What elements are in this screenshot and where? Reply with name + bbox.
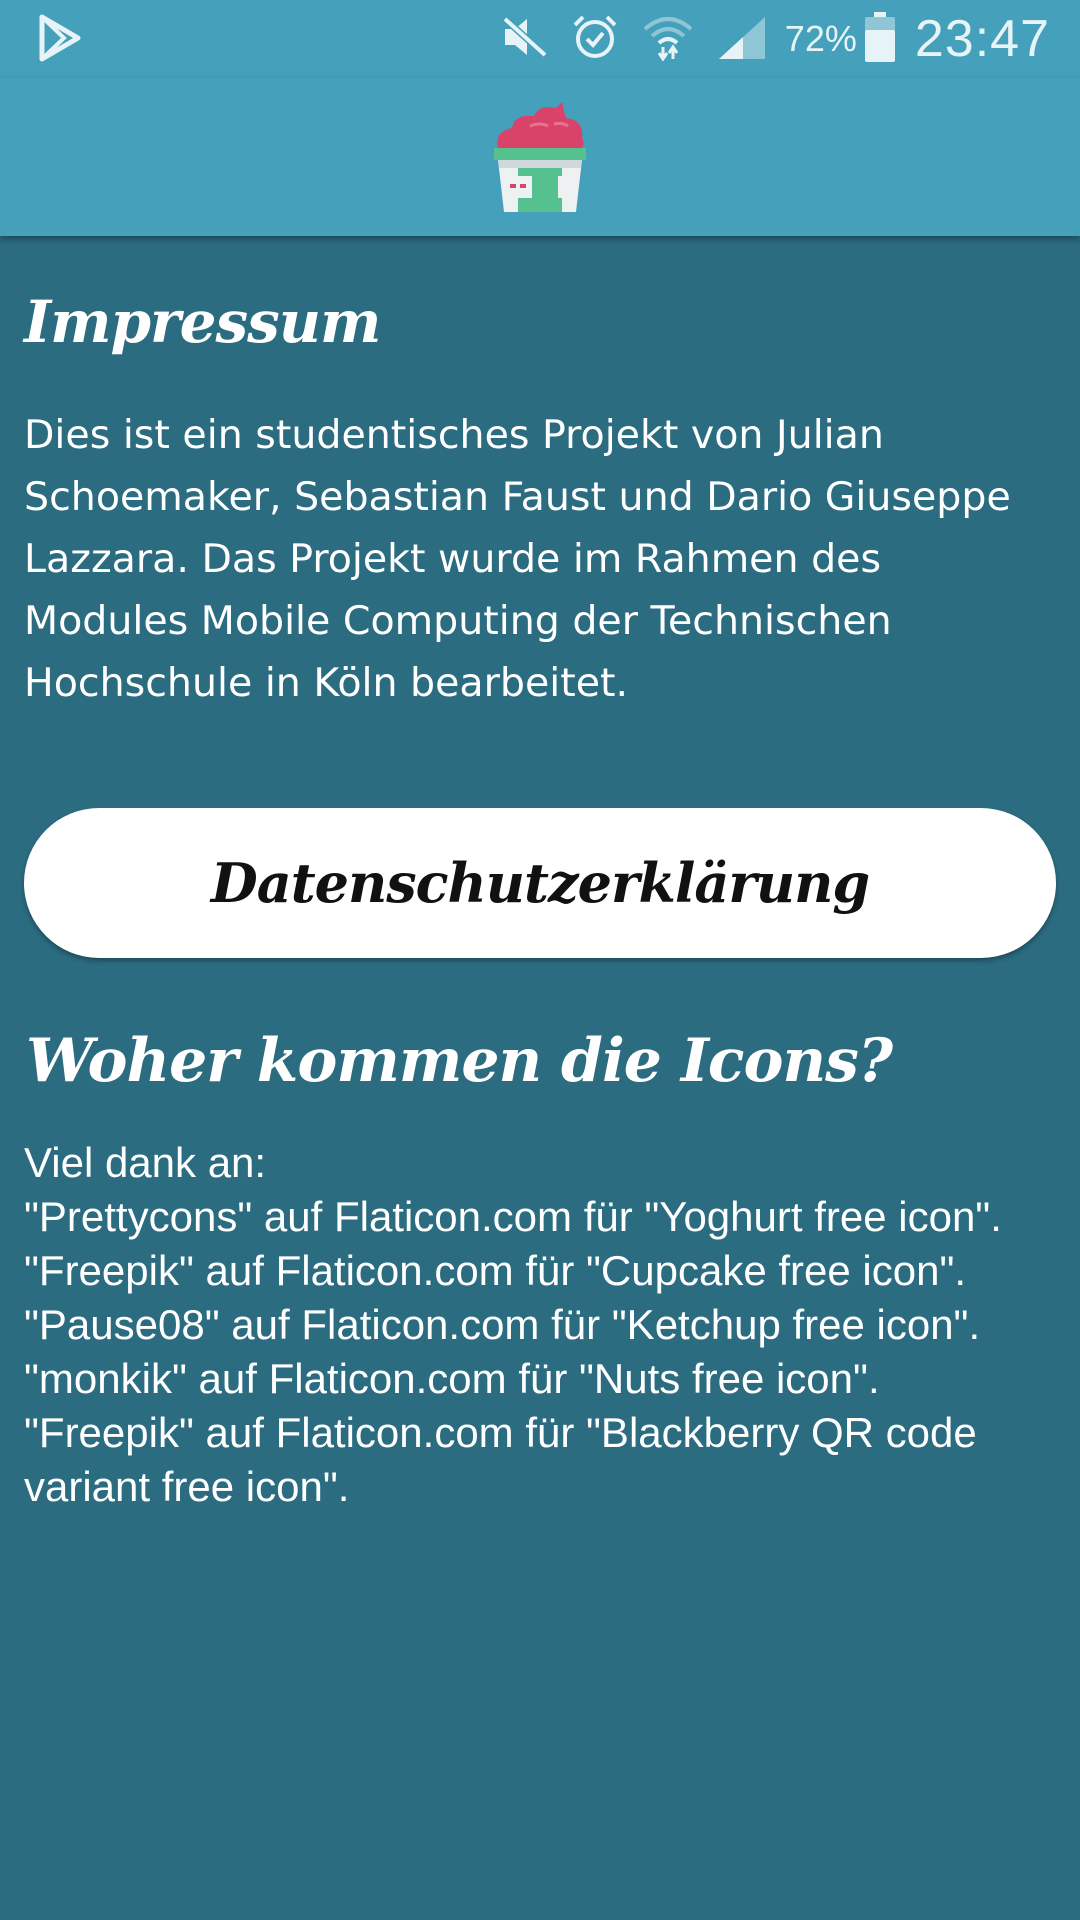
credit-line: "Freepik" auf Flaticon.com für "Blackber…	[24, 1409, 977, 1510]
alarm-icon	[571, 13, 619, 65]
cupcake-icon	[490, 98, 590, 218]
credit-line: Viel dank an:	[24, 1139, 267, 1186]
signal-icon	[717, 13, 767, 65]
clock: 23:47	[914, 10, 1050, 68]
credit-line: "monkik" auf Flaticon.com für "Nuts free…	[24, 1355, 880, 1402]
impressum-text: Dies ist ein studentisches Projekt von J…	[24, 412, 1011, 706]
credit-line: "Prettycons" auf Flaticon.com für "Yoghu…	[24, 1193, 1002, 1240]
wifi-icon	[641, 13, 695, 65]
battery-icon	[864, 12, 895, 66]
credit-line: "Freepik" auf Flaticon.com für "Cupcake …	[24, 1247, 967, 1294]
privacy-policy-button[interactable]: Datenschutzerklärung	[24, 808, 1056, 958]
mute-icon	[501, 15, 549, 63]
status-bar: 72% 23:47	[0, 0, 1080, 78]
icon-credits-list: Viel dank an: "Prettycons" auf Flaticon.…	[24, 1136, 1064, 1514]
play-store-icon	[38, 14, 82, 66]
app-bar	[0, 78, 1080, 236]
icons-section-title: Woher kommen die Icons?	[26, 1026, 893, 1096]
battery-percent: 72%	[784, 18, 857, 59]
credit-line: "Pause08" auf Flaticon.com für "Ketchup …	[24, 1301, 981, 1348]
impressum-title: Impressum	[24, 288, 381, 356]
